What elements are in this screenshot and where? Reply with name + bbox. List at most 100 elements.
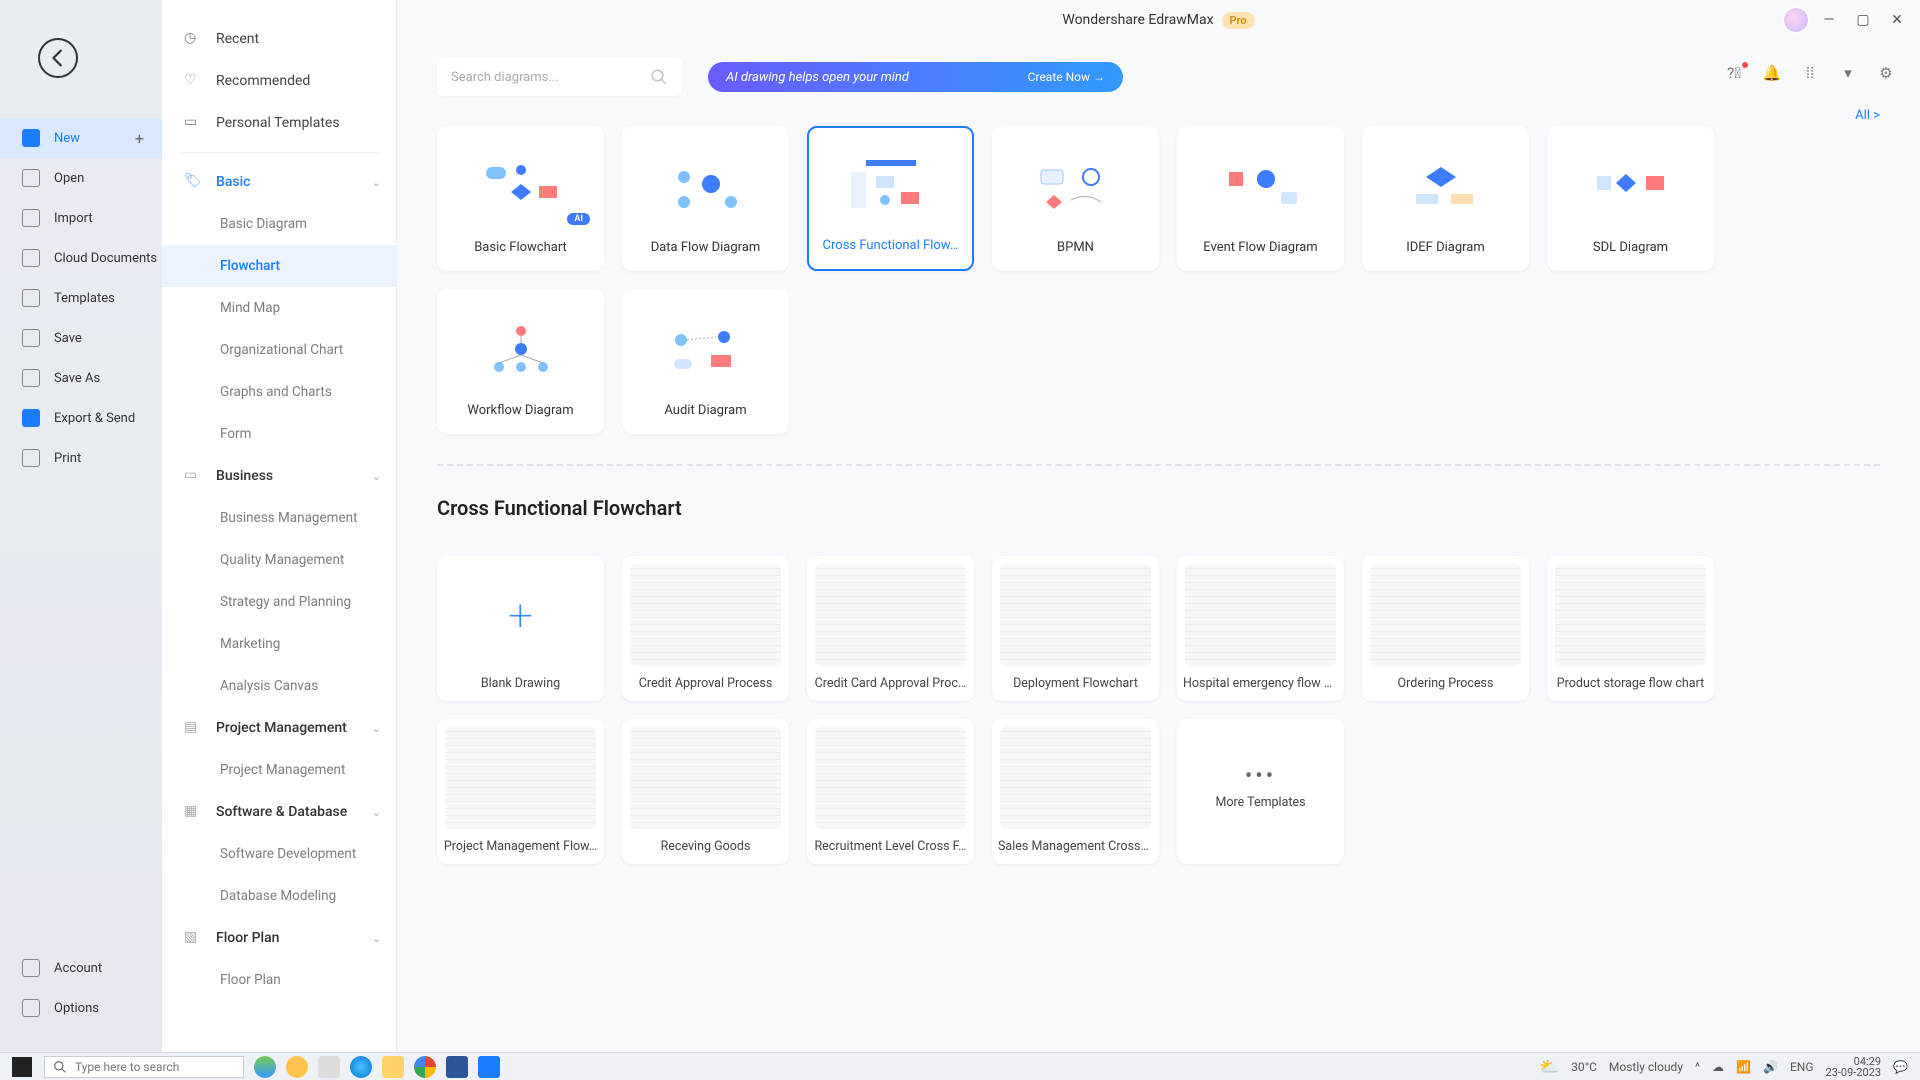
subcategory-dbm[interactable]: Database Modeling bbox=[162, 875, 397, 917]
file-menu-cloud[interactable]: Cloud Documents bbox=[0, 238, 162, 278]
minimize-button[interactable]: — bbox=[1820, 12, 1838, 28]
ai-banner[interactable]: AI drawing helps open your mind Create N… bbox=[708, 62, 1123, 92]
tray-chevron-icon[interactable]: ^ bbox=[1695, 1060, 1700, 1074]
file-menu-export[interactable]: Export & Send bbox=[0, 398, 162, 438]
search-input[interactable]: Search diagrams... bbox=[437, 58, 682, 96]
subcategory-graphs[interactable]: Graphs and Charts bbox=[162, 371, 397, 413]
file-menu-label: New bbox=[54, 131, 80, 146]
user-avatar[interactable] bbox=[1782, 6, 1810, 34]
dropdown-icon[interactable]: ▾ bbox=[1838, 64, 1858, 82]
template-credit[interactable]: Credit Approval Process bbox=[622, 556, 789, 701]
tray-volume-icon[interactable]: 🔊 bbox=[1763, 1060, 1778, 1074]
subcategory-flowchart[interactable]: Flowchart bbox=[162, 245, 397, 287]
file-menu-options[interactable]: Options bbox=[0, 988, 162, 1028]
category-pm[interactable]: ▤ Project Management ⌄ bbox=[162, 707, 397, 749]
file-menu-open[interactable]: Open bbox=[0, 158, 162, 198]
subcategory-sp[interactable]: Strategy and Planning bbox=[162, 581, 397, 623]
diagram-type-workflow[interactable]: Workflow Diagram bbox=[437, 289, 604, 434]
category-sd[interactable]: ▦ Software & Database ⌄ bbox=[162, 791, 397, 833]
bell-icon[interactable]: 🔔 bbox=[1762, 64, 1782, 82]
diagram-type-audit[interactable]: Audit Diagram bbox=[622, 289, 789, 434]
template-thumb bbox=[815, 727, 966, 829]
category-basic[interactable]: 🏷 Basic ⌄ bbox=[162, 161, 397, 203]
template-recv[interactable]: Receving Goods bbox=[622, 719, 789, 864]
section-title: Cross Functional Flowchart bbox=[397, 496, 1920, 526]
template-recruit[interactable]: Recruitment Level Cross F… bbox=[807, 719, 974, 864]
taskbar-app-edge[interactable] bbox=[350, 1056, 372, 1078]
file-menu-import[interactable]: Import bbox=[0, 198, 162, 238]
all-link[interactable]: All > bbox=[1855, 108, 1880, 123]
subcategory-label: Basic Diagram bbox=[220, 216, 307, 232]
nav-recent[interactable]: ◷ Recent bbox=[162, 18, 397, 60]
diagram-type-idef[interactable]: IDEF Diagram bbox=[1362, 126, 1529, 271]
tray-onedrive-icon[interactable]: ☁ bbox=[1712, 1060, 1724, 1074]
file-menu-account[interactable]: Account bbox=[0, 948, 162, 988]
diagram-type-cross[interactable]: Cross Functional Flow… bbox=[807, 126, 974, 271]
weather-icon[interactable]: ⛅ bbox=[1539, 1057, 1559, 1076]
diagram-type-basicflow[interactable]: AI Basic Flowchart bbox=[437, 126, 604, 271]
file-menu-save[interactable]: Save bbox=[0, 318, 162, 358]
template-deploy[interactable]: Deployment Flowchart bbox=[992, 556, 1159, 701]
start-button[interactable] bbox=[12, 1057, 32, 1077]
template-more[interactable]: ••• More Templates bbox=[1177, 719, 1344, 864]
subcategory-label: Floor Plan bbox=[220, 972, 281, 988]
settings-icon[interactable]: ⚙ bbox=[1876, 64, 1896, 82]
taskbar-app-word[interactable] bbox=[446, 1056, 468, 1078]
help-icon[interactable]: ?⃝ bbox=[1724, 64, 1744, 82]
sd-icon: ▦ bbox=[184, 803, 202, 821]
subcategory-ac[interactable]: Analysis Canvas bbox=[162, 665, 397, 707]
template-storage[interactable]: Product storage flow chart bbox=[1547, 556, 1714, 701]
save-icon bbox=[22, 329, 40, 347]
back-button[interactable] bbox=[38, 38, 78, 78]
maximize-button[interactable]: ▢ bbox=[1854, 12, 1872, 28]
taskbar-app-cortana[interactable] bbox=[254, 1056, 276, 1078]
template-thumb bbox=[1000, 564, 1151, 666]
template-label: Receving Goods bbox=[622, 829, 789, 864]
taskbar-app-taskview[interactable] bbox=[318, 1056, 340, 1078]
template-blank[interactable]: + Blank Drawing bbox=[437, 556, 604, 701]
nav-recommended[interactable]: ♡ Recommended bbox=[162, 60, 397, 102]
taskbar-app-edrawmax[interactable] bbox=[478, 1056, 500, 1078]
tray-language-icon[interactable]: ENG bbox=[1790, 1060, 1814, 1074]
subcategory-fp1[interactable]: Floor Plan bbox=[162, 959, 397, 1001]
subcategory-basicdiagram[interactable]: Basic Diagram bbox=[162, 203, 397, 245]
subcategory-bm[interactable]: Business Management bbox=[162, 497, 397, 539]
category-label: Software & Database bbox=[216, 804, 347, 820]
template-pmf[interactable]: Project Management Flow… bbox=[437, 719, 604, 864]
file-menu-print[interactable]: Print bbox=[0, 438, 162, 478]
file-menu-templates[interactable]: Templates bbox=[0, 278, 162, 318]
tray-notifications-icon[interactable]: 💬 bbox=[1893, 1060, 1908, 1074]
diagram-type-event[interactable]: Event Flow Diagram bbox=[1177, 126, 1344, 271]
subcategory-mk[interactable]: Marketing bbox=[162, 623, 397, 665]
new-icon bbox=[22, 129, 40, 147]
subcategory-org[interactable]: Organizational Chart bbox=[162, 329, 397, 371]
template-hosp[interactable]: Hospital emergency flow c… bbox=[1177, 556, 1344, 701]
taskbar-app-explorer[interactable] bbox=[382, 1056, 404, 1078]
category-floor[interactable]: ▧ Floor Plan ⌄ bbox=[162, 917, 397, 959]
diagram-type-label: SDL Diagram bbox=[1587, 240, 1674, 255]
diagram-type-dfd[interactable]: Data Flow Diagram bbox=[622, 126, 789, 271]
close-button[interactable]: ✕ bbox=[1888, 12, 1906, 28]
apps-icon[interactable]: ⁞⁞ bbox=[1800, 64, 1820, 82]
diagram-type-bpmn[interactable]: BPMN bbox=[992, 126, 1159, 271]
subcategory-pm1[interactable]: Project Management bbox=[162, 749, 397, 791]
taskbar-search[interactable]: Type here to search bbox=[44, 1056, 244, 1078]
subcategory-qm[interactable]: Quality Management bbox=[162, 539, 397, 581]
subcategory-mindmap[interactable]: Mind Map bbox=[162, 287, 397, 329]
subcategory-form[interactable]: Form bbox=[162, 413, 397, 455]
taskbar-app-chrome[interactable] bbox=[414, 1056, 436, 1078]
options-icon bbox=[22, 999, 40, 1017]
taskbar-clock[interactable]: 04:29 23-09-2023 bbox=[1826, 1056, 1882, 1078]
recommended-icon: ♡ bbox=[184, 72, 202, 90]
taskbar-app-2[interactable] bbox=[286, 1056, 308, 1078]
tray-wifi-icon[interactable]: 📶 bbox=[1736, 1060, 1751, 1074]
template-order[interactable]: Ordering Process bbox=[1362, 556, 1529, 701]
template-cc[interactable]: Credit Card Approval Proc… bbox=[807, 556, 974, 701]
file-menu-new[interactable]: New + bbox=[0, 118, 162, 158]
subcategory-sdev[interactable]: Software Development bbox=[162, 833, 397, 875]
diagram-type-sdl[interactable]: SDL Diagram bbox=[1547, 126, 1714, 271]
category-business[interactable]: ▭ Business ⌄ bbox=[162, 455, 397, 497]
file-menu-saveas[interactable]: Save As bbox=[0, 358, 162, 398]
template-sales[interactable]: Sales Management Crossf… bbox=[992, 719, 1159, 864]
nav-personal[interactable]: ▭ Personal Templates bbox=[162, 102, 397, 144]
